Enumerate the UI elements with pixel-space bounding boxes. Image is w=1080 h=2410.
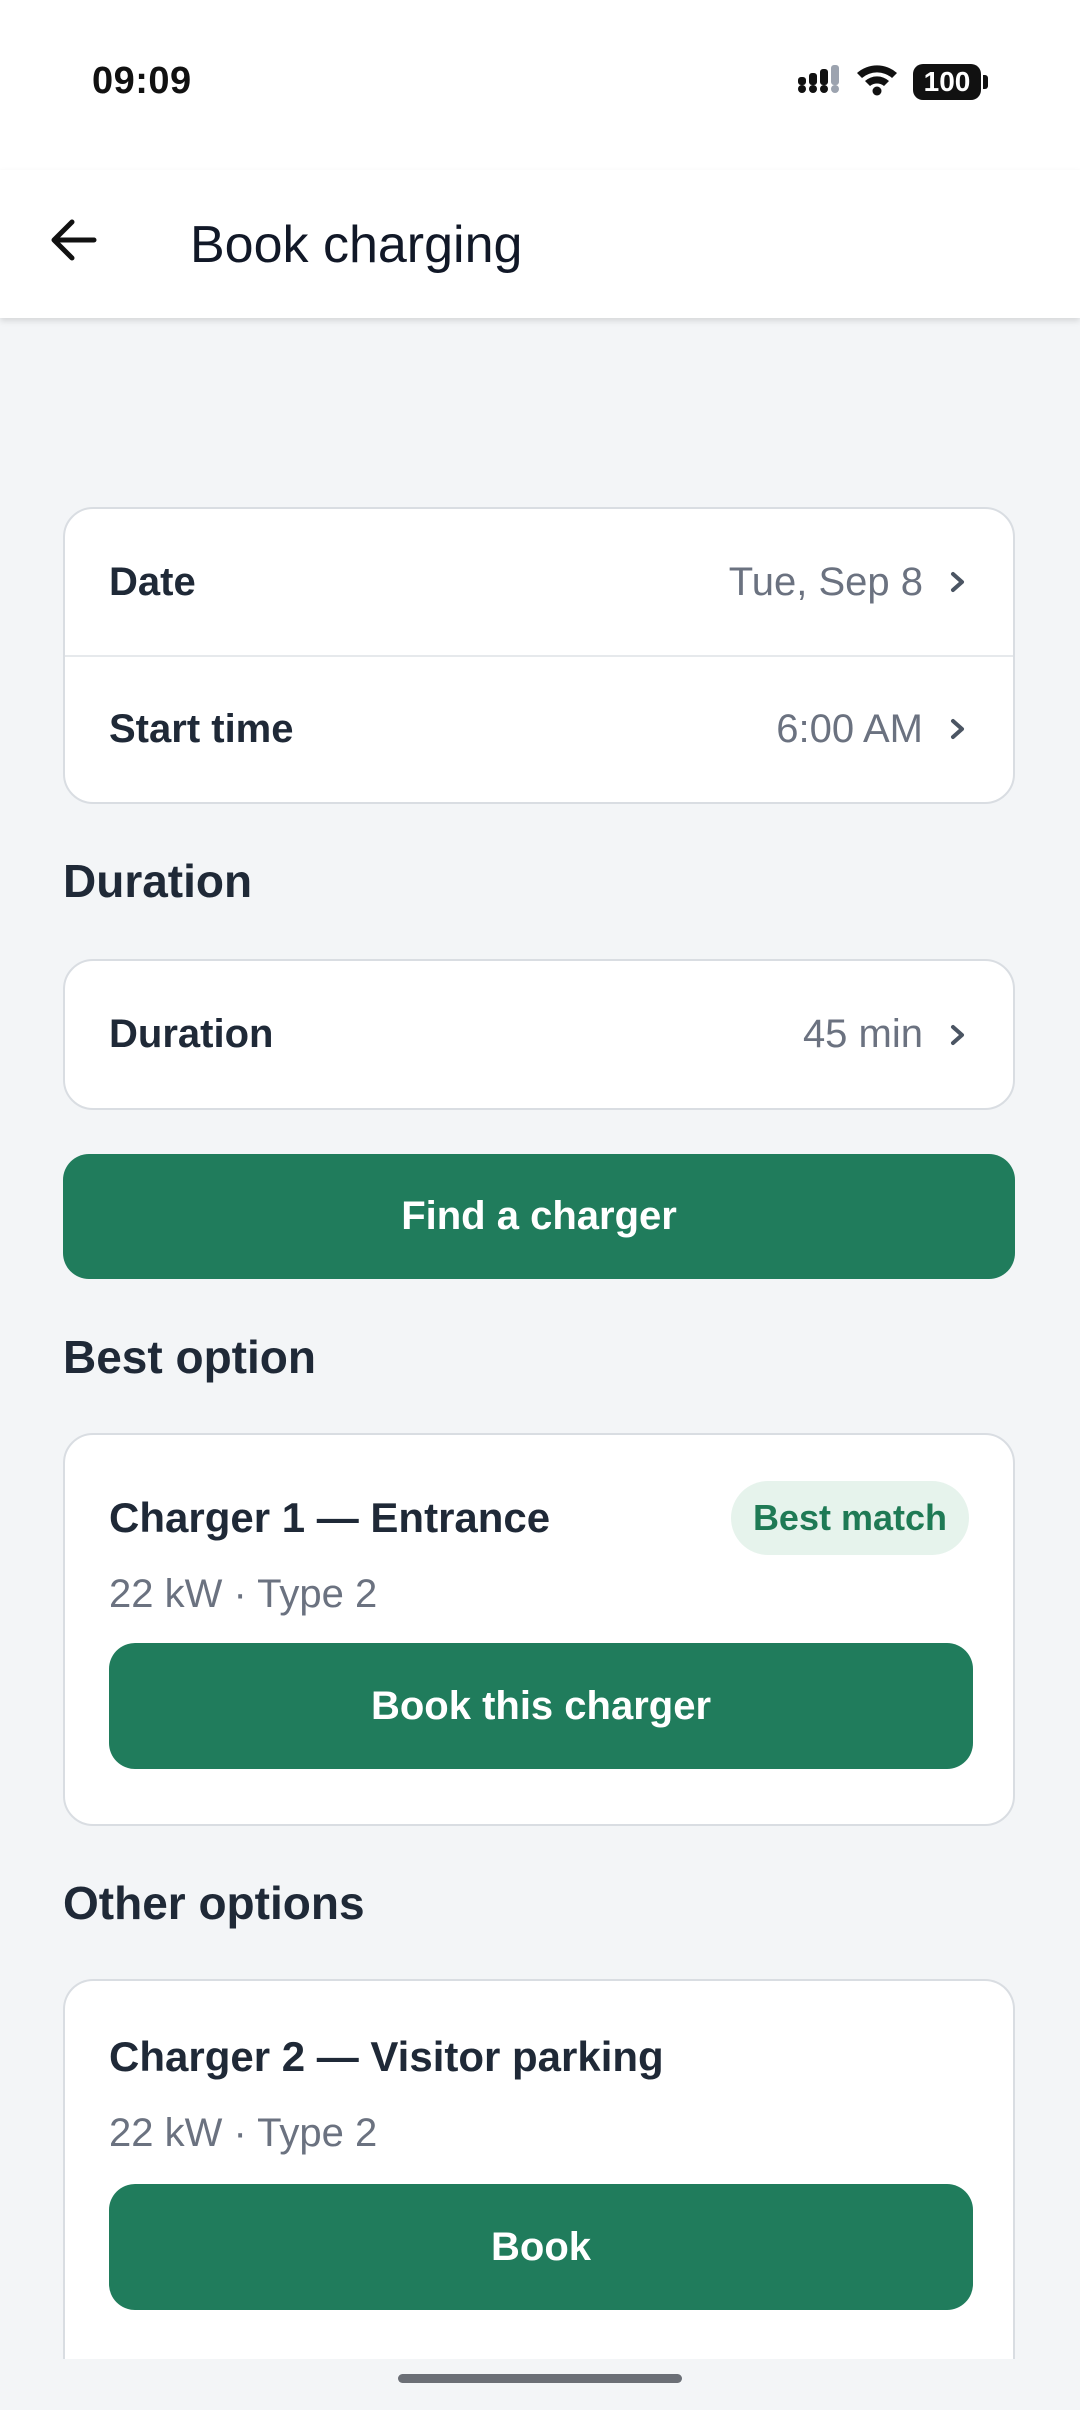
other-options-title: Other options — [63, 1877, 365, 1929]
duration-value: 45 min — [802, 1012, 923, 1056]
battery-icon: 100 — [913, 63, 988, 100]
battery-level: 100 — [913, 63, 981, 100]
date-row[interactable]: Date Tue, Sep 8 — [65, 509, 1013, 655]
duration-row[interactable]: Duration 45 min — [65, 961, 1013, 1108]
home-indicator[interactable] — [398, 2374, 682, 2383]
duration-label: Duration — [109, 1012, 274, 1056]
duration-section-title: Duration — [63, 855, 253, 907]
schedule-card: Date Tue, Sep 8 Start time 6:00 AM — [63, 507, 1015, 804]
chevron-right-icon — [947, 714, 969, 744]
back-button[interactable] — [36, 204, 112, 280]
start-time-row[interactable]: Start time 6:00 AM — [65, 655, 1013, 801]
signal-icon — [797, 63, 841, 100]
page-title: Book charging — [190, 216, 523, 274]
book-button[interactable]: Book — [109, 2184, 973, 2310]
status-bar: 09:09 100 — [0, 0, 1080, 170]
start-time-value: 6:00 AM — [776, 706, 923, 751]
other-charger-card: Charger 2 — Visitor parking 22 kW · Type… — [63, 1979, 1015, 2359]
battery-tip — [983, 74, 988, 89]
start-time-label: Start time — [109, 706, 294, 751]
chevron-right-icon — [947, 1020, 969, 1050]
app-bar: Book charging — [0, 170, 1080, 318]
date-label: Date — [109, 559, 196, 604]
charger-name: Charger 1 — Entrance — [109, 1494, 551, 1541]
charger-spec: 22 kW · Type 2 — [109, 1572, 378, 1616]
back-arrow-icon — [50, 218, 98, 267]
charger-header: Charger 2 — Visitor parking — [109, 2017, 969, 2097]
status-time: 09:09 — [92, 60, 192, 102]
best-option-title: Best option — [63, 1331, 316, 1383]
charger-spec: 22 kW · Type 2 — [109, 2111, 378, 2155]
duration-card: Duration 45 min — [63, 959, 1015, 1110]
best-match-badge: Best match — [730, 1481, 969, 1555]
wifi-icon — [855, 62, 899, 101]
book-this-charger-button[interactable]: Book this charger — [109, 1643, 973, 1769]
charger-header: Charger 1 — Entrance Best match — [109, 1478, 969, 1558]
find-charger-button[interactable]: Find a charger — [63, 1154, 1015, 1279]
charger-name: Charger 2 — Visitor parking — [109, 2033, 664, 2080]
date-value: Tue, Sep 8 — [728, 559, 923, 604]
status-icons: 100 — [797, 62, 988, 101]
best-charger-card: Charger 1 — Entrance Best match 22 kW · … — [63, 1433, 1015, 1826]
chevron-right-icon — [947, 567, 969, 597]
